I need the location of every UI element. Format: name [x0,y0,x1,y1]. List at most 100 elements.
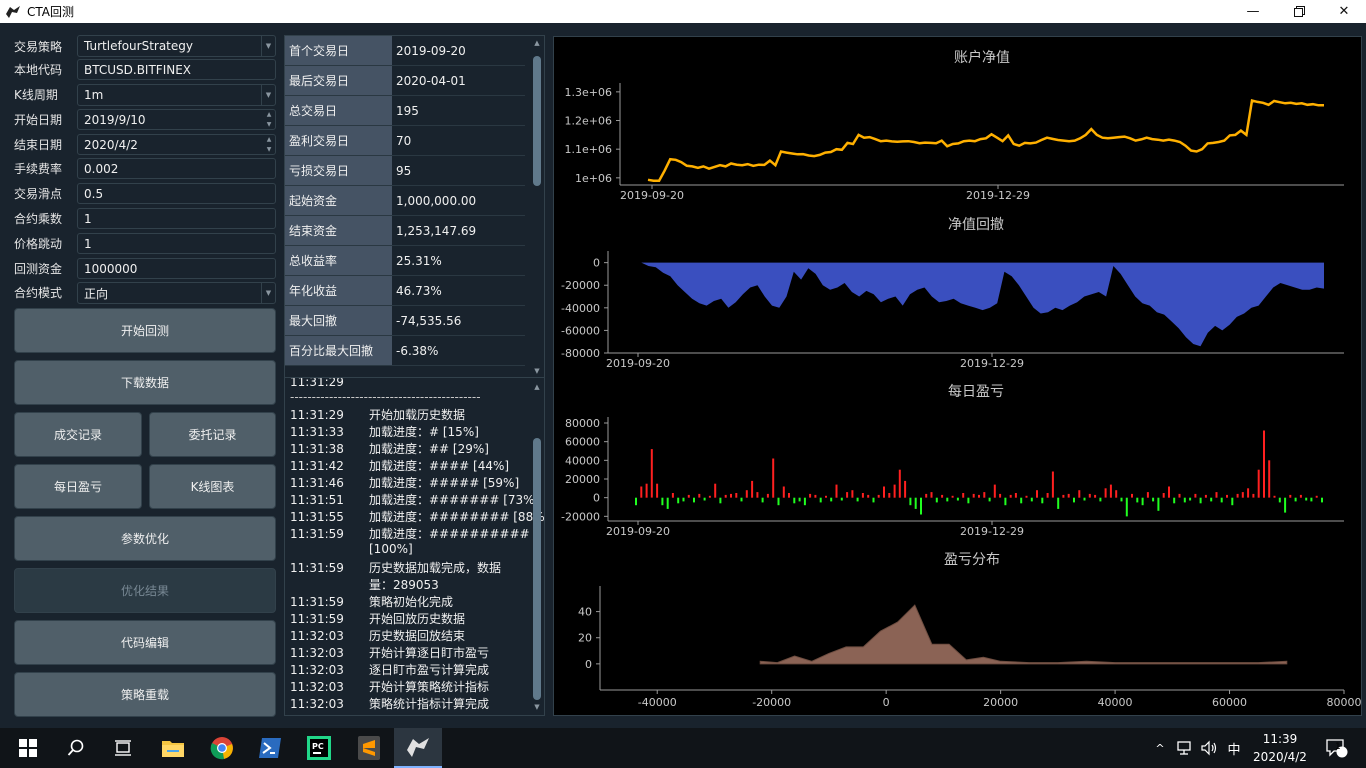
log-line: 11:32:03 逐日盯市盈亏计算完成 [290,661,489,678]
log-line: 11:31:29 开始加载历史数据 [290,406,465,423]
log-message: 策略统计指标计算完成 [369,697,490,711]
log-message: 加载进度：####### [73%] [369,493,540,507]
pricetick-input[interactable]: 1 [77,233,276,254]
table-row[interactable]: 百分比最大回撤 -6.38% [285,336,525,366]
log-message: 加载进度：## [29%] [369,442,489,456]
volume-icon [1201,740,1217,756]
date-spin-icon[interactable]: ▲ ▼ [263,110,275,129]
table-row[interactable]: 年化收益 46.73% [285,276,525,306]
table-row[interactable]: 首个交易日 2019-09-20 [285,36,525,66]
end-date-edit[interactable]: 2020/4/2 ▲ ▼ [77,134,276,155]
ime-indicator[interactable]: 中 [1224,728,1244,768]
file-explorer-button[interactable] [153,728,193,768]
scroll-up-icon[interactable]: ▲ [532,382,542,392]
rate-label: 手续费率 [14,161,63,176]
strategy-combobox[interactable]: TurtlefourStrategy ▼ [77,35,276,57]
search-button[interactable] [56,728,96,768]
pnl-bar [1241,492,1244,498]
table-row[interactable]: 总收益率 25.31% [285,246,525,276]
tray-expand-icon[interactable]: ^ [1152,728,1168,768]
pnl-bar [1046,493,1049,498]
minimize-button[interactable]: — [1230,0,1276,23]
task-view-button[interactable] [103,728,143,768]
stat-key: 亏损交易日 [285,156,392,185]
table-row[interactable]: 总交易日 195 [285,96,525,126]
slippage-input[interactable]: 0.5 [77,183,276,204]
table-row[interactable]: 亏损交易日 95 [285,156,525,186]
sublime-button[interactable] [349,728,389,768]
optimize-button[interactable]: 参数优化 [14,516,276,561]
log-line: 11:31:42 加载进度：#### [44%] [290,457,509,474]
stat-key: 盈利交易日 [285,126,392,155]
pnl-bar [951,495,954,498]
pnl-bar [978,494,980,498]
powershell-icon [259,738,281,758]
vnpy-taskbar-button[interactable] [394,728,442,768]
pnl-bar [930,492,933,498]
log-time: 11:31:59 [290,612,344,626]
charts-panel[interactable]: 账户净值 1e+06 1.1e+06 1.2e+06 1.3e+06 2019-09-20… [553,36,1362,716]
optimize-result-button[interactable]: 优化结果 [14,568,276,613]
stat-value: 25.31% [396,253,442,268]
scroll-thumb[interactable] [533,438,541,700]
rate-input[interactable]: 0.002 [77,158,276,179]
taskbar-clock[interactable]: 11:39 2020/4/2 [1248,730,1312,766]
start-button[interactable] [8,728,48,768]
log-line: 11:31:59 加载进度：########## [290,525,530,542]
order-record-button[interactable]: 委托记录 [149,412,276,457]
trade-record-button[interactable]: 成交记录 [14,412,142,457]
date-spin-icon[interactable]: ▲ ▼ [263,135,275,154]
pycharm-button[interactable]: PC [299,728,339,768]
download-data-button[interactable]: 下载数据 [14,360,276,405]
kline-chart-button[interactable]: K线图表 [149,464,276,509]
pnl-bar [656,483,659,498]
mode-combobox[interactable]: 正向 ▼ [77,282,276,304]
statistics-scrollbar[interactable]: ▲ ▼ [532,38,542,378]
pnl-bar [1204,494,1207,498]
code-edit-button[interactable]: 代码编辑 [14,620,276,665]
interval-combobox[interactable]: 1m ▼ [77,84,276,106]
daily-pnl-button[interactable]: 每日盈亏 [14,464,142,509]
pnl-bar [861,493,864,498]
log-scrollbar[interactable]: ▲ ▼ [532,382,542,712]
pnl-bar [883,486,885,498]
statistics-table[interactable]: 首个交易日 2019-09-20 最后交易日 2020-04-01 总交易日 195 盈利交… [284,35,545,381]
maximize-button[interactable] [1276,0,1322,23]
symbol-input[interactable]: BTCUSD.BITFINEX [77,59,276,80]
scroll-down-icon[interactable]: ▼ [532,702,542,712]
close-button[interactable]: ✕ [1321,0,1366,23]
log-output[interactable]: 11:31:29 -------------------------------… [284,377,545,716]
log-line: 量：289053 [290,576,439,593]
stat-value: 70 [396,133,412,148]
capital-input[interactable]: 1000000 [77,258,276,279]
strategy-value: TurtlefourStrategy [84,39,193,53]
notification-button[interactable]: 1 [1322,728,1352,768]
table-row[interactable]: 最大回撤 -74,535.56 [285,306,525,336]
log-message: 策略初始化完成 [369,595,454,609]
network-button[interactable] [1176,728,1196,768]
scroll-thumb[interactable] [533,56,541,186]
y-tick-label: 40000 [565,454,600,467]
table-row[interactable]: 最后交易日 2020-04-01 [285,66,525,96]
pnl-bar [1284,497,1287,513]
volume-button[interactable] [1200,728,1220,768]
y-tick-label: 0 [593,257,600,270]
pnl-bar [756,492,759,498]
table-row[interactable]: 起始资金 1,000,000.00 [285,186,525,216]
chrome-button[interactable] [202,728,242,768]
powershell-button[interactable] [250,728,290,768]
table-row[interactable]: 盈利交易日 70 [285,126,525,156]
scroll-down-icon[interactable]: ▼ [532,366,542,376]
clock-time: 11:39 [1262,732,1298,746]
size-input[interactable]: 1 [77,208,276,229]
chart-title: 盈亏分布 [944,552,1000,568]
notification-count: 1 [1335,742,1341,752]
scroll-up-icon[interactable]: ▲ [532,38,542,48]
pricetick-row: 价格跳动 [14,232,76,254]
reload-strategy-button[interactable]: 策略重载 [14,672,276,717]
table-row[interactable]: 结束资金 1,253,147.69 [285,216,525,246]
start-backtest-button[interactable]: 开始回测 [14,308,276,353]
start-date-edit[interactable]: 2019/9/10 ▲ ▼ [77,109,276,130]
log-time: 11:31:59 [290,561,344,575]
end-date-row: 结束日期 [14,133,76,155]
